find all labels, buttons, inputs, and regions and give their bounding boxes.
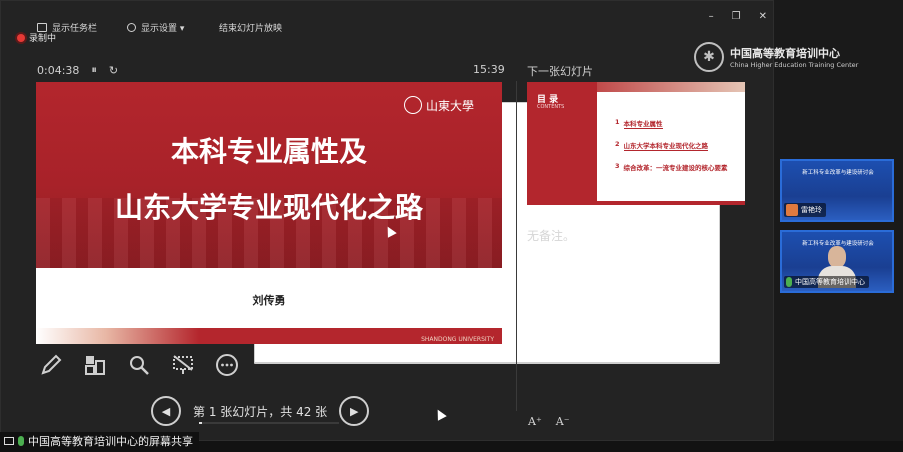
minimize-button[interactable]: – [709, 11, 714, 22]
maximize-button[interactable]: ❐ [732, 11, 741, 22]
participant-name-tag: 中国高等教育培训中心 [784, 276, 869, 288]
see-all-slides-icon[interactable] [83, 353, 107, 377]
video-banner-title: 新工科专业改革与建设研讨会 [802, 170, 874, 176]
microphone-icon [18, 436, 24, 446]
microphone-icon [786, 277, 792, 287]
slide-counter: 第 1 张幻灯片，共 42 张 [193, 404, 328, 419]
recording-dot-icon [17, 33, 25, 42]
mouse-cursor-icon [433, 407, 447, 421]
speaker-notes[interactable]: 无备注。 [527, 227, 575, 244]
organizer-logo-icon: ✱ [694, 42, 724, 72]
toc-bottom-bar [527, 201, 745, 205]
close-button[interactable]: ✕ [759, 11, 767, 22]
end-slideshow-button[interactable]: 结束幻灯片放映 [219, 21, 720, 364]
notes-font-controls: A⁺ A⁻ [528, 415, 570, 428]
more-icon[interactable] [215, 353, 239, 377]
zoom-icon[interactable] [127, 353, 151, 377]
slide-progress-bar [199, 422, 339, 424]
organizer-name-en: China Higher Education Training Center [730, 61, 859, 69]
display-settings-icon [127, 23, 136, 32]
toc-item: 3 综合改革：一流专业建设的核心要素 [615, 162, 728, 172]
slide-title-line2: 山东大学专业现代化之路 [114, 191, 423, 224]
elapsed-time: 0:04:38 [37, 63, 80, 77]
toc-item: 1 本科专业属性 [615, 118, 663, 129]
university-seal-icon [403, 96, 422, 114]
slide-title-line1: 本科专业属性及 [170, 135, 367, 168]
avatar [786, 204, 798, 216]
toc-list: 1 本科专业属性 2 山东大学本科专业现代化之路 3 综合改革：一流专业建设的核… [615, 118, 728, 184]
next-slide-preview[interactable]: 目 录 CONTENTS 1 本科专业属性 2 山东大学本科专业现代化之路 3 … [527, 82, 745, 205]
slide-author: 刘传勇 [252, 294, 286, 307]
pause-timer-button[interactable]: ⏸ [91, 63, 97, 77]
increase-font-button[interactable]: A⁺ [528, 415, 542, 428]
previous-slide-button[interactable]: ◀ [151, 396, 181, 426]
organizer-brand: ✱ 中国高等教育培训中心 China Higher Education Trai… [694, 42, 858, 72]
screen-share-icon [4, 437, 14, 445]
current-clock: 15:39 [473, 63, 505, 76]
toc-item: 2 山东大学本科专业现代化之路 [615, 140, 709, 151]
slide-footer-text: SHANDONG UNIVERSITY [421, 336, 494, 343]
organizer-name-cn: 中国高等教育培训中心 [730, 47, 840, 60]
presenter-toolbar: 显示任务栏 显示设置 ▾ 结束幻灯片放映 – ❐ ✕ [1, 1, 775, 364]
decrease-font-button[interactable]: A⁻ [556, 415, 570, 428]
slide-footer-band: SHANDONG UNIVERSITY [36, 328, 502, 344]
reset-timer-button[interactable]: ↻ [109, 64, 118, 77]
recording-indicator: 录制中 [17, 31, 56, 44]
black-screen-icon[interactable] [171, 353, 195, 377]
toc-top-bar [597, 82, 745, 92]
participant-video-tile[interactable]: 新工科专业改革与建设研讨会 中国高等教育培训中心 [780, 230, 894, 293]
participant-video-tile[interactable]: 新工科专业改革与建设研讨会 雷艳玲 [780, 159, 894, 222]
current-slide[interactable]: 山東大學 本科专业属性及 山东大学专业现代化之路 刘传勇 SHANDONG UN… [36, 82, 502, 344]
pane-divider[interactable] [516, 81, 517, 411]
screen-share-indicator: 中国高等教育培训中心的屏幕共享 [0, 432, 199, 450]
next-slide-button[interactable]: ▶ [339, 396, 370, 426]
meeting-screen: 显示任务栏 显示设置 ▾ 结束幻灯片放映 – ❐ ✕ 录制中 0:04:38 ⏸ [0, 0, 903, 452]
presenter-view-window: 显示任务栏 显示设置 ▾ 结束幻灯片放映 – ❐ ✕ 录制中 0:04:38 ⏸ [0, 0, 774, 441]
toc-contents-label: CONTENTS [537, 104, 565, 110]
presenter-tools [39, 353, 239, 377]
elapsed-timer: 0:04:38 ⏸ ↻ [37, 63, 118, 77]
next-slide-label: 下一张幻灯片 [527, 65, 593, 78]
participant-name-tag: 雷艳玲 [784, 203, 826, 217]
display-settings-button[interactable]: 显示设置 ▾ [127, 21, 184, 34]
window-controls: – ❐ ✕ [709, 11, 767, 22]
university-logo: 山東大學 [403, 96, 474, 114]
pen-icon[interactable] [39, 353, 63, 377]
slide-progress-fill [199, 422, 203, 424]
